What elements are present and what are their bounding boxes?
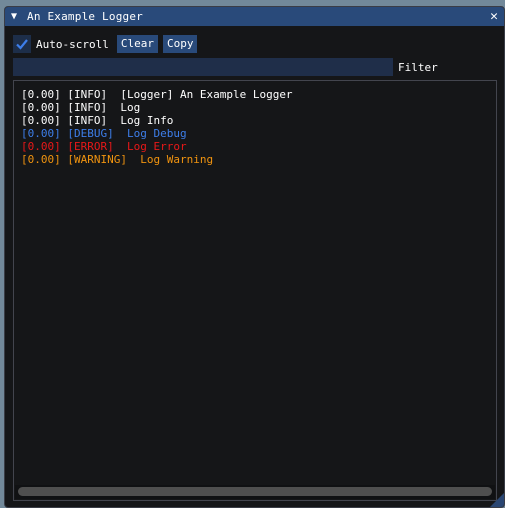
collapse-triangle-icon[interactable]: ▼ <box>11 11 25 22</box>
log-level: [INFO] <box>67 114 108 127</box>
log-scroll-region[interactable]: [0.00] [INFO] [Logger] An Example Logger… <box>13 80 497 501</box>
title-bar[interactable]: ▼ An Example Logger ✕ <box>5 7 504 26</box>
close-icon[interactable]: ✕ <box>490 9 498 24</box>
horizontal-scrollbar[interactable] <box>15 485 495 499</box>
log-entry: [0.00] [INFO] Log Info <box>21 114 293 127</box>
log-timestamp: [0.00] <box>21 140 61 153</box>
log-entry: [0.00] [WARNING] Log Warning <box>21 153 293 166</box>
filter-label: Filter <box>398 60 438 74</box>
log-entry: [0.00] [ERROR] Log Error <box>21 140 293 153</box>
log-timestamp: [0.00] <box>21 153 61 166</box>
log-message: Log Debug <box>120 127 187 140</box>
log-level: [WARNING] <box>67 153 127 166</box>
log-entry: [0.00] [INFO] Log <box>21 101 293 114</box>
log-message: [Logger] An Example Logger <box>113 88 293 101</box>
log-message: Log Error <box>120 140 187 153</box>
log-message: Log Info <box>113 114 174 127</box>
log-timestamp: [0.00] <box>21 127 61 140</box>
autoscroll-label[interactable]: Auto-scroll <box>36 38 109 51</box>
clear-button[interactable]: Clear <box>116 35 158 53</box>
autoscroll-checkbox[interactable] <box>13 35 31 53</box>
log-level: [INFO] <box>67 88 108 101</box>
log-entry: [0.00] [DEBUG] Log Debug <box>21 127 293 140</box>
log-entry: [0.00] [INFO] [Logger] An Example Logger <box>21 88 293 101</box>
log-lines: [0.00] [INFO] [Logger] An Example Logger… <box>21 88 293 166</box>
log-message: Log Warning <box>133 153 214 166</box>
toolbar: Auto-scroll Clear Copy <box>13 34 202 54</box>
log-timestamp: [0.00] <box>21 101 61 114</box>
horizontal-scrollbar-thumb[interactable] <box>18 487 492 496</box>
log-timestamp: [0.00] <box>21 114 61 127</box>
log-level: [INFO] <box>67 101 108 114</box>
copy-button[interactable]: Copy <box>162 35 198 53</box>
filter-row: Filter <box>13 58 438 76</box>
checkmark-icon <box>16 39 28 50</box>
log-level: [DEBUG] <box>67 127 114 140</box>
window-title: An Example Logger <box>27 10 143 23</box>
logger-window: ▼ An Example Logger ✕ Auto-scroll Clear … <box>4 6 505 508</box>
resize-grip[interactable] <box>490 493 504 507</box>
log-message: Log <box>113 101 141 114</box>
filter-input[interactable] <box>13 58 393 76</box>
log-level: [ERROR] <box>67 140 114 153</box>
log-timestamp: [0.00] <box>21 88 61 101</box>
